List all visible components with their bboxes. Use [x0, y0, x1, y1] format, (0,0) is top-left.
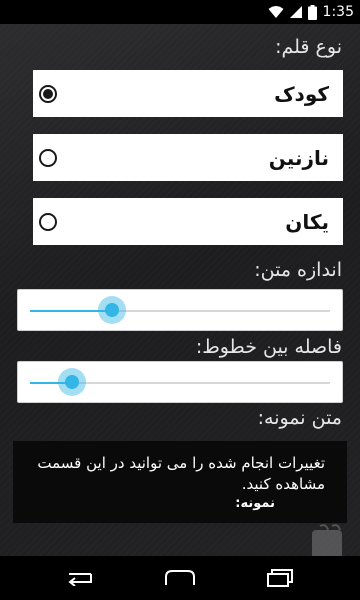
font-option-label: کودک — [274, 81, 329, 106]
radio-unselected-icon[interactable] — [39, 148, 57, 167]
signal-icon — [289, 5, 303, 19]
sample-preview: تغییرات انجام شده را می توانید در این قس… — [13, 441, 347, 523]
font-option-nazanin[interactable]: نازنین — [33, 134, 343, 181]
font-size-slider[interactable] — [17, 289, 343, 331]
home-icon[interactable] — [150, 556, 210, 600]
status-clock: 1:35 — [322, 4, 354, 20]
radio-unselected-icon[interactable] — [39, 212, 57, 231]
line-spacing-label: فاصله بین خطوط: — [195, 336, 342, 358]
wifi-icon — [268, 5, 284, 19]
font-size-label: اندازه متن: — [254, 259, 342, 281]
navigation-bar — [0, 556, 360, 600]
slider-track[interactable] — [30, 310, 330, 312]
sample-preview-text: تغییرات انجام شده را می توانید در این قس… — [37, 454, 325, 493]
line-spacing-slider[interactable] — [17, 361, 343, 403]
status-bar: 1:35 — [0, 0, 360, 24]
recent-apps-icon[interactable] — [250, 556, 310, 600]
radio-selected-icon[interactable] — [39, 84, 57, 103]
sample-preview-word: نمونه: — [235, 496, 275, 511]
font-option-yekan[interactable]: یکان — [33, 198, 343, 245]
battery-icon — [307, 4, 317, 20]
font-type-label: نوع قلم: — [275, 36, 342, 58]
font-option-koodak[interactable]: کودک — [33, 70, 343, 117]
font-option-label: یکان — [285, 209, 329, 234]
slider-thumb[interactable] — [97, 296, 126, 324]
back-icon[interactable] — [50, 556, 110, 600]
sample-text-label: متن نمونه: — [257, 407, 342, 429]
font-option-label: نازنین — [268, 145, 329, 170]
slider-thumb[interactable] — [58, 368, 87, 396]
